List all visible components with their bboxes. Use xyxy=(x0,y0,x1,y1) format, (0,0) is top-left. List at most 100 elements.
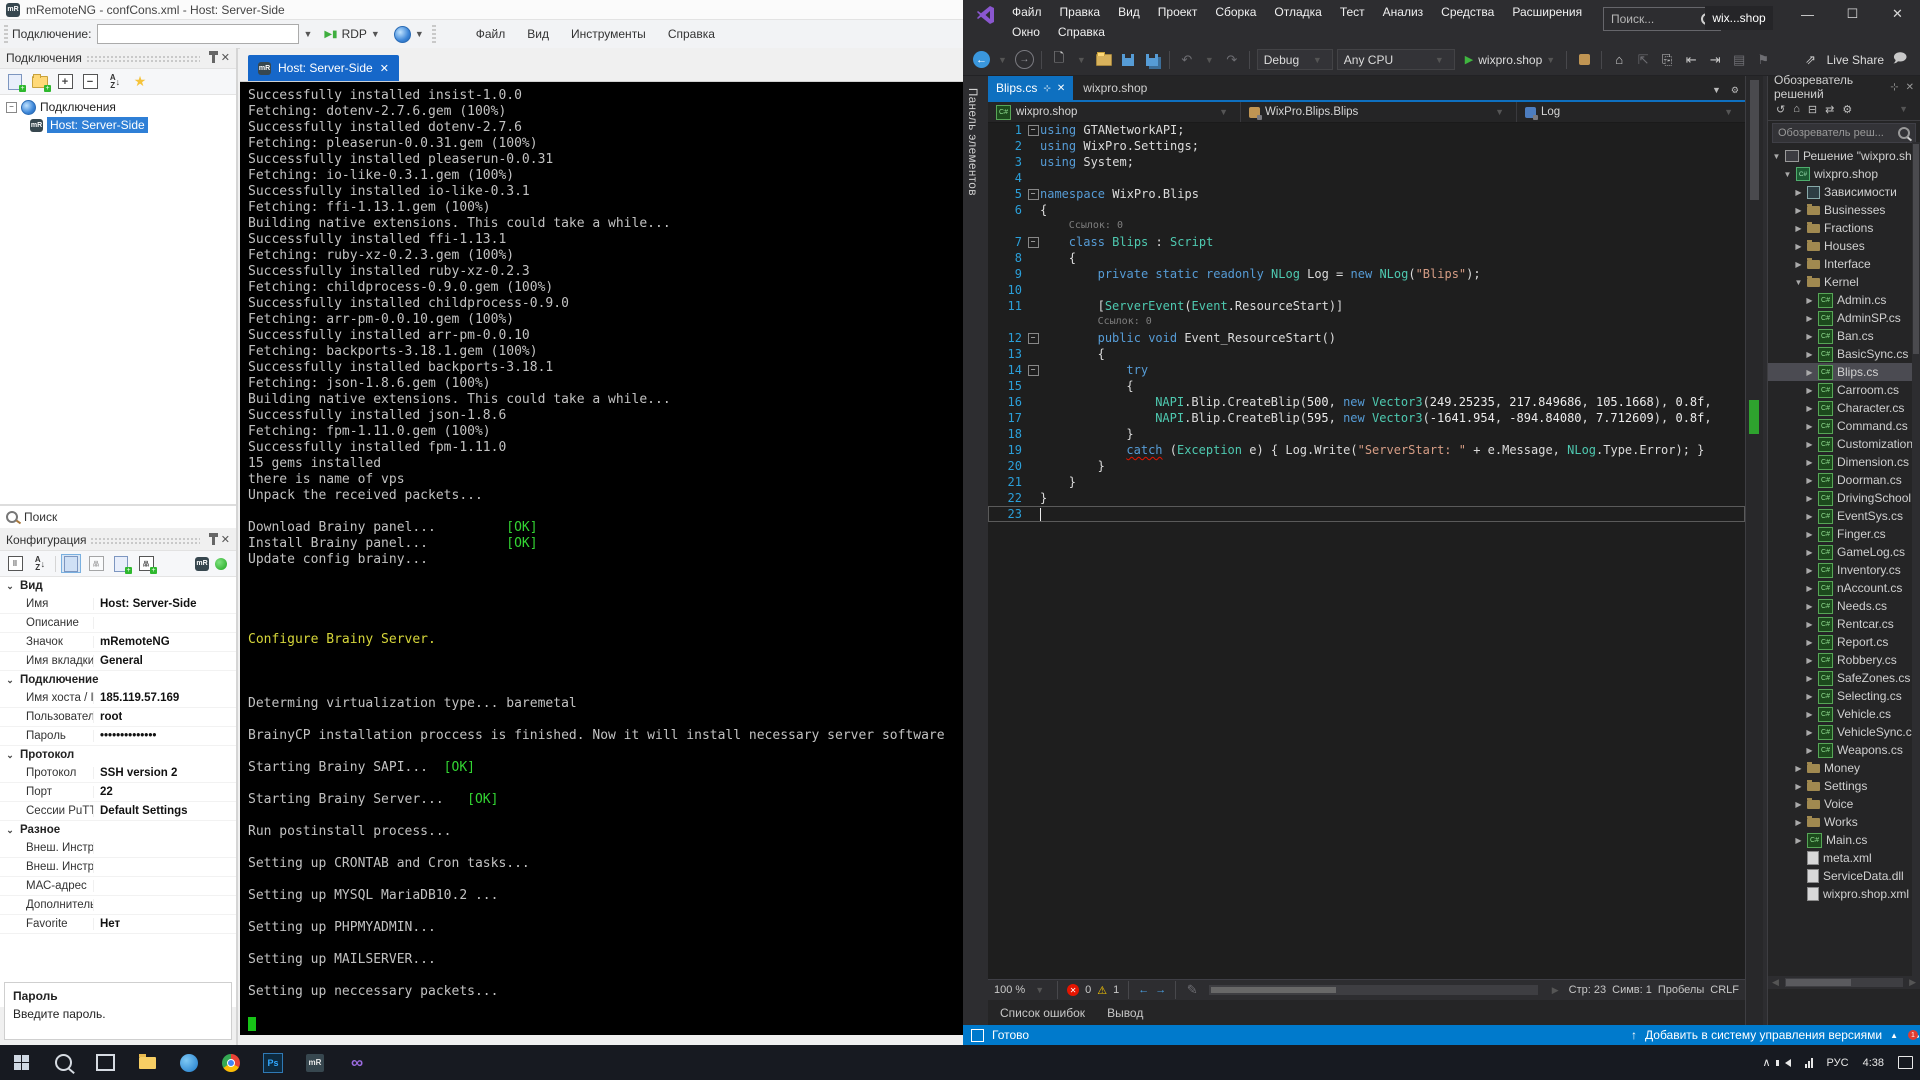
property-row[interactable]: Порт22 xyxy=(0,783,236,802)
chevron-down-icon[interactable]: ▼ xyxy=(1073,55,1090,65)
line-number[interactable]: 7 xyxy=(988,234,1026,250)
line-number[interactable]: 5 xyxy=(988,186,1026,202)
tree-item-Money[interactable]: ▶Money xyxy=(1768,759,1920,777)
undo-icon[interactable]: ↶ xyxy=(1177,50,1197,70)
line-number[interactable] xyxy=(988,314,1026,330)
tree-item-Main.cs[interactable]: ▶C#Main.cs xyxy=(1768,831,1920,849)
categorize-icon[interactable]: ⠿ xyxy=(5,554,25,573)
chevron-down-icon[interactable]: ▼ xyxy=(299,29,316,39)
scroll-right-icon[interactable]: ▶ xyxy=(1548,985,1563,996)
add-inheritance-icon[interactable]: 品+ xyxy=(136,554,156,573)
protocol-dropdown-icon[interactable]: ▼ xyxy=(367,29,384,39)
tree-item-Vehicle.cs[interactable]: ▶C#Vehicle.cs xyxy=(1768,705,1920,723)
menu-Расширения[interactable]: Расширения xyxy=(1503,2,1591,22)
tree-item-Admin.cs[interactable]: ▶C#Admin.cs xyxy=(1768,291,1920,309)
expand-arrow-icon[interactable]: ▶ xyxy=(1805,656,1814,665)
line-number[interactable]: 8 xyxy=(988,250,1026,266)
protocol-label[interactable]: RDP xyxy=(342,27,367,41)
mremoteng-icon[interactable]: mR xyxy=(294,1045,336,1080)
expand-arrow-icon[interactable]: ▶ xyxy=(1794,782,1803,791)
publish-arrow-icon[interactable]: ↑ xyxy=(1631,1028,1637,1042)
menu-Вид[interactable]: Вид xyxy=(1109,2,1149,22)
chrome-icon[interactable] xyxy=(210,1045,252,1080)
scroll-left-icon[interactable]: ◀ xyxy=(1768,977,1783,988)
navigate-back-icon[interactable]: ← xyxy=(973,51,990,68)
tab-close-icon[interactable]: ✕ xyxy=(1057,83,1065,94)
new-project-icon[interactable]: 🗋 xyxy=(1049,50,1069,70)
breadcrumb-type[interactable]: WixPro.Blips.Blips ▼ xyxy=(1241,102,1517,122)
feedback-icon[interactable]: 🗩 xyxy=(1890,50,1910,70)
expand-arrow-icon[interactable]: ▶ xyxy=(1805,674,1814,683)
expand-arrow-icon[interactable]: ▶ xyxy=(1805,350,1814,359)
menu-Проект[interactable]: Проект xyxy=(1149,2,1207,22)
sync-icon[interactable]: ⇄ xyxy=(1825,103,1834,116)
line-number[interactable]: 2 xyxy=(988,138,1026,154)
property-row[interactable]: Пользовательroot xyxy=(0,708,236,727)
breadcrumb-project[interactable]: C# wixpro.shop ▼ xyxy=(988,102,1241,122)
breadcrumb-member[interactable]: Log ▼ xyxy=(1517,102,1745,122)
clock[interactable]: 4:38 xyxy=(1856,1045,1891,1080)
tree-item-Robbery.cs[interactable]: ▶C#Robbery.cs xyxy=(1768,651,1920,669)
tab-close-icon[interactable]: ✕ xyxy=(380,62,389,75)
ssh-terminal[interactable]: Successfully installed insist-1.0.0Fetch… xyxy=(240,82,963,1035)
tab-host-server-side[interactable]: mR Host: Server-Side ✕ xyxy=(248,55,399,81)
collapse-all-icon[interactable]: ⊟ xyxy=(1808,103,1817,116)
live-share-label[interactable]: Live Share xyxy=(1827,53,1884,67)
pin-icon[interactable]: ⊹ xyxy=(1043,83,1051,94)
menu-Справка[interactable]: Справка xyxy=(658,24,725,44)
expand-arrow-icon[interactable]: ▶ xyxy=(1805,584,1814,593)
expand-arrow-icon[interactable]: ▶ xyxy=(1805,728,1814,737)
tree-item-Houses[interactable]: ▶Houses xyxy=(1768,237,1920,255)
fold-collapse-icon[interactable]: − xyxy=(1026,330,1040,346)
tree-item-AdminSP.cs[interactable]: ▶C#AdminSP.cs xyxy=(1768,309,1920,327)
fold-collapse-icon[interactable]: − xyxy=(1026,362,1040,378)
tree-item-Voice[interactable]: ▶Voice xyxy=(1768,795,1920,813)
solution-horizontal-scrollbar[interactable]: ◀ ▶ xyxy=(1768,976,1920,989)
platform-combobox[interactable]: Any CPU ▼ xyxy=(1337,49,1455,70)
tree-item-Зависимости[interactable]: ▶Зависимости xyxy=(1768,183,1920,201)
solution-vertical-scrollbar[interactable] xyxy=(1912,142,1920,976)
expand-all-icon[interactable]: + xyxy=(55,72,75,91)
pin-icon[interactable] xyxy=(212,536,215,545)
menu-Правка[interactable]: Правка xyxy=(1051,2,1110,22)
tree-item-DrivingSchool.cs[interactable]: ▶C#DrivingSchool.cs xyxy=(1768,489,1920,507)
collapse-icon[interactable]: ⌄ xyxy=(0,750,20,761)
quick-connect-input[interactable] xyxy=(97,24,299,44)
start-debugging-button[interactable]: ▶ wixpro.shop ▼ xyxy=(1465,53,1559,67)
property-row[interactable]: МАС-адрес xyxy=(0,877,236,896)
solution-explorer-search[interactable]: Обозреватель реш... xyxy=(1772,123,1916,143)
tree-item-Blips.cs[interactable]: ▶C#Blips.cs xyxy=(1768,363,1920,381)
tree-item-Inventory.cs[interactable]: ▶C#Inventory.cs xyxy=(1768,561,1920,579)
menu-Файл[interactable]: Файл xyxy=(466,24,516,44)
expand-arrow-icon[interactable]: ▶ xyxy=(1805,440,1814,449)
property-value[interactable]: Host: Server-Side xyxy=(94,598,197,610)
tree-item-Решение "wixpro.shop"[interactable]: ▼Решение "wixpro.shop" xyxy=(1768,147,1920,165)
menu-Вид[interactable]: Вид xyxy=(517,24,559,44)
explorer-icon[interactable] xyxy=(126,1045,168,1080)
tree-item-ServiceData.dll[interactable]: ServiceData.dll xyxy=(1768,867,1920,885)
sort-az-icon[interactable]: AZ↓ xyxy=(105,72,125,91)
pencil-icon[interactable]: ✎ xyxy=(1185,980,1199,1000)
expand-arrow-icon[interactable]: ▶ xyxy=(1794,764,1803,773)
toolbox-vertical-tab[interactable]: Панель элементов xyxy=(966,88,978,196)
tree-item-Interface[interactable]: ▶Interface xyxy=(1768,255,1920,273)
navigate-back-icon[interactable]: ← xyxy=(1138,984,1149,996)
menu-Сборка[interactable]: Сборка xyxy=(1206,2,1265,22)
line-number[interactable]: 21 xyxy=(988,474,1026,490)
tree-item-Customization.cs[interactable]: ▶C#Customization.cs xyxy=(1768,435,1920,453)
expand-arrow-icon[interactable]: ▶ xyxy=(1805,638,1814,647)
property-value[interactable]: root xyxy=(94,711,122,723)
expand-arrow-icon[interactable]: ▶ xyxy=(1794,242,1803,251)
network-icon[interactable] xyxy=(1798,1045,1820,1080)
expand-arrow-icon[interactable]: ▶ xyxy=(1805,404,1814,413)
line-number[interactable]: 14 xyxy=(988,362,1026,378)
connect-play-icon[interactable]: ▶▮ xyxy=(324,29,337,40)
line-number[interactable]: 10 xyxy=(988,282,1026,298)
property-row[interactable]: ИмяHost: Server-Side xyxy=(0,595,236,614)
eol-indicator[interactable]: CRLF xyxy=(1710,984,1739,996)
menu-Файл[interactable]: Файл xyxy=(1003,2,1051,22)
fold-collapse-icon[interactable]: − xyxy=(1026,122,1040,138)
expand-arrow-icon[interactable]: ▶ xyxy=(1805,314,1814,323)
property-section-Протокол[interactable]: ⌄Протокол xyxy=(0,746,236,764)
property-section-Разное[interactable]: ⌄Разное xyxy=(0,821,236,839)
